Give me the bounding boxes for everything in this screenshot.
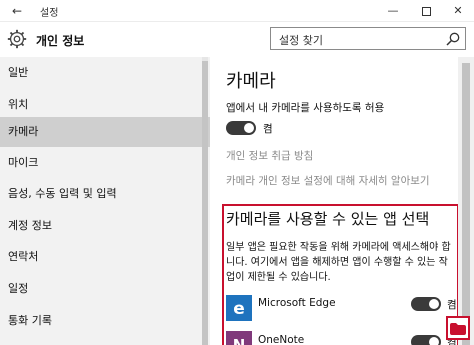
onenote-camera-toggle[interactable] — [411, 335, 441, 345]
allow-camera-state: 켬 — [263, 123, 273, 135]
gear-icon — [7, 29, 27, 49]
main-scrollbar-thumb[interactable] — [462, 63, 470, 345]
minimize-button[interactable]: — — [378, 0, 408, 22]
edge-icon: e — [226, 295, 252, 321]
sidebar-item-call-history[interactable]: 통화 기록 — [0, 305, 210, 337]
sidebar-scrollbar[interactable] — [202, 57, 208, 345]
app-name-onenote: OneNote — [258, 334, 305, 345]
edge-camera-state: 켬 — [447, 299, 457, 311]
window-title: 설정 — [40, 8, 59, 19]
toggle-knob — [429, 337, 439, 345]
sidebar-item-account-info[interactable]: 계정 정보 — [0, 210, 210, 242]
annotation-marker — [446, 316, 470, 340]
search-icon[interactable] — [445, 31, 461, 47]
page-title: 개인 정보 — [36, 34, 85, 48]
sidebar-item-calendar[interactable]: 일정 — [0, 273, 210, 305]
choose-apps-heading: 카메라를 사용할 수 있는 앱 선택 — [226, 210, 430, 228]
choose-apps-description: 일부 앱은 필요한 작동을 위해 카메라에 액세스해야 합니다. 여기에서 앱을… — [226, 242, 451, 283]
main-content: 카메라 앱에서 내 카메라를 사용하도록 허용 켬 개인 정보 취급 방침 카메… — [210, 57, 474, 345]
allow-camera-toggle[interactable] — [226, 121, 256, 135]
sidebar-item-speech[interactable]: 음성, 수동 입력 및 입력 — [0, 178, 210, 210]
search-placeholder: 설정 찾기 — [279, 34, 323, 47]
page-header: 개인 정보 설정 찾기 — [0, 22, 474, 56]
app-name-edge: Microsoft Edge — [258, 297, 336, 309]
section-heading-camera: 카메라 — [226, 71, 276, 92]
search-input[interactable]: 설정 찾기 — [270, 27, 466, 50]
edge-camera-toggle[interactable] — [411, 297, 441, 311]
sidebar-item-contacts[interactable]: 연락처 — [0, 241, 210, 273]
learn-more-link[interactable]: 카메라 개인 정보 설정에 대해 자세히 알아보기 — [226, 173, 430, 188]
sidebar-item-microphone[interactable]: 마이크 — [0, 147, 210, 179]
allow-camera-label: 앱에서 내 카메라를 사용하도록 허용 — [226, 102, 385, 114]
back-button[interactable]: ← — [6, 2, 28, 20]
close-button[interactable]: ✕ — [443, 0, 473, 22]
privacy-statement-link[interactable]: 개인 정보 취급 방침 — [226, 148, 313, 163]
svg-text:N: N — [233, 336, 246, 345]
sidebar: 일반 위치 카메라 마이크 음성, 수동 입력 및 입력 계정 정보 연락처 일… — [0, 57, 210, 345]
toggle-knob — [429, 299, 439, 309]
sidebar-item-general[interactable]: 일반 — [0, 57, 210, 89]
onenote-icon: N — [226, 331, 252, 345]
sidebar-scrollbar-thumb[interactable] — [202, 61, 208, 345]
folder-icon — [450, 323, 466, 335]
maximize-icon — [421, 6, 431, 16]
title-bar: ← 설정 — ✕ — [0, 0, 474, 22]
toggle-knob — [244, 123, 254, 133]
maximize-button[interactable] — [411, 0, 441, 22]
sidebar-item-camera[interactable]: 카메라 — [0, 117, 210, 147]
main-scrollbar[interactable] — [458, 57, 474, 345]
svg-text:e: e — [233, 299, 245, 319]
